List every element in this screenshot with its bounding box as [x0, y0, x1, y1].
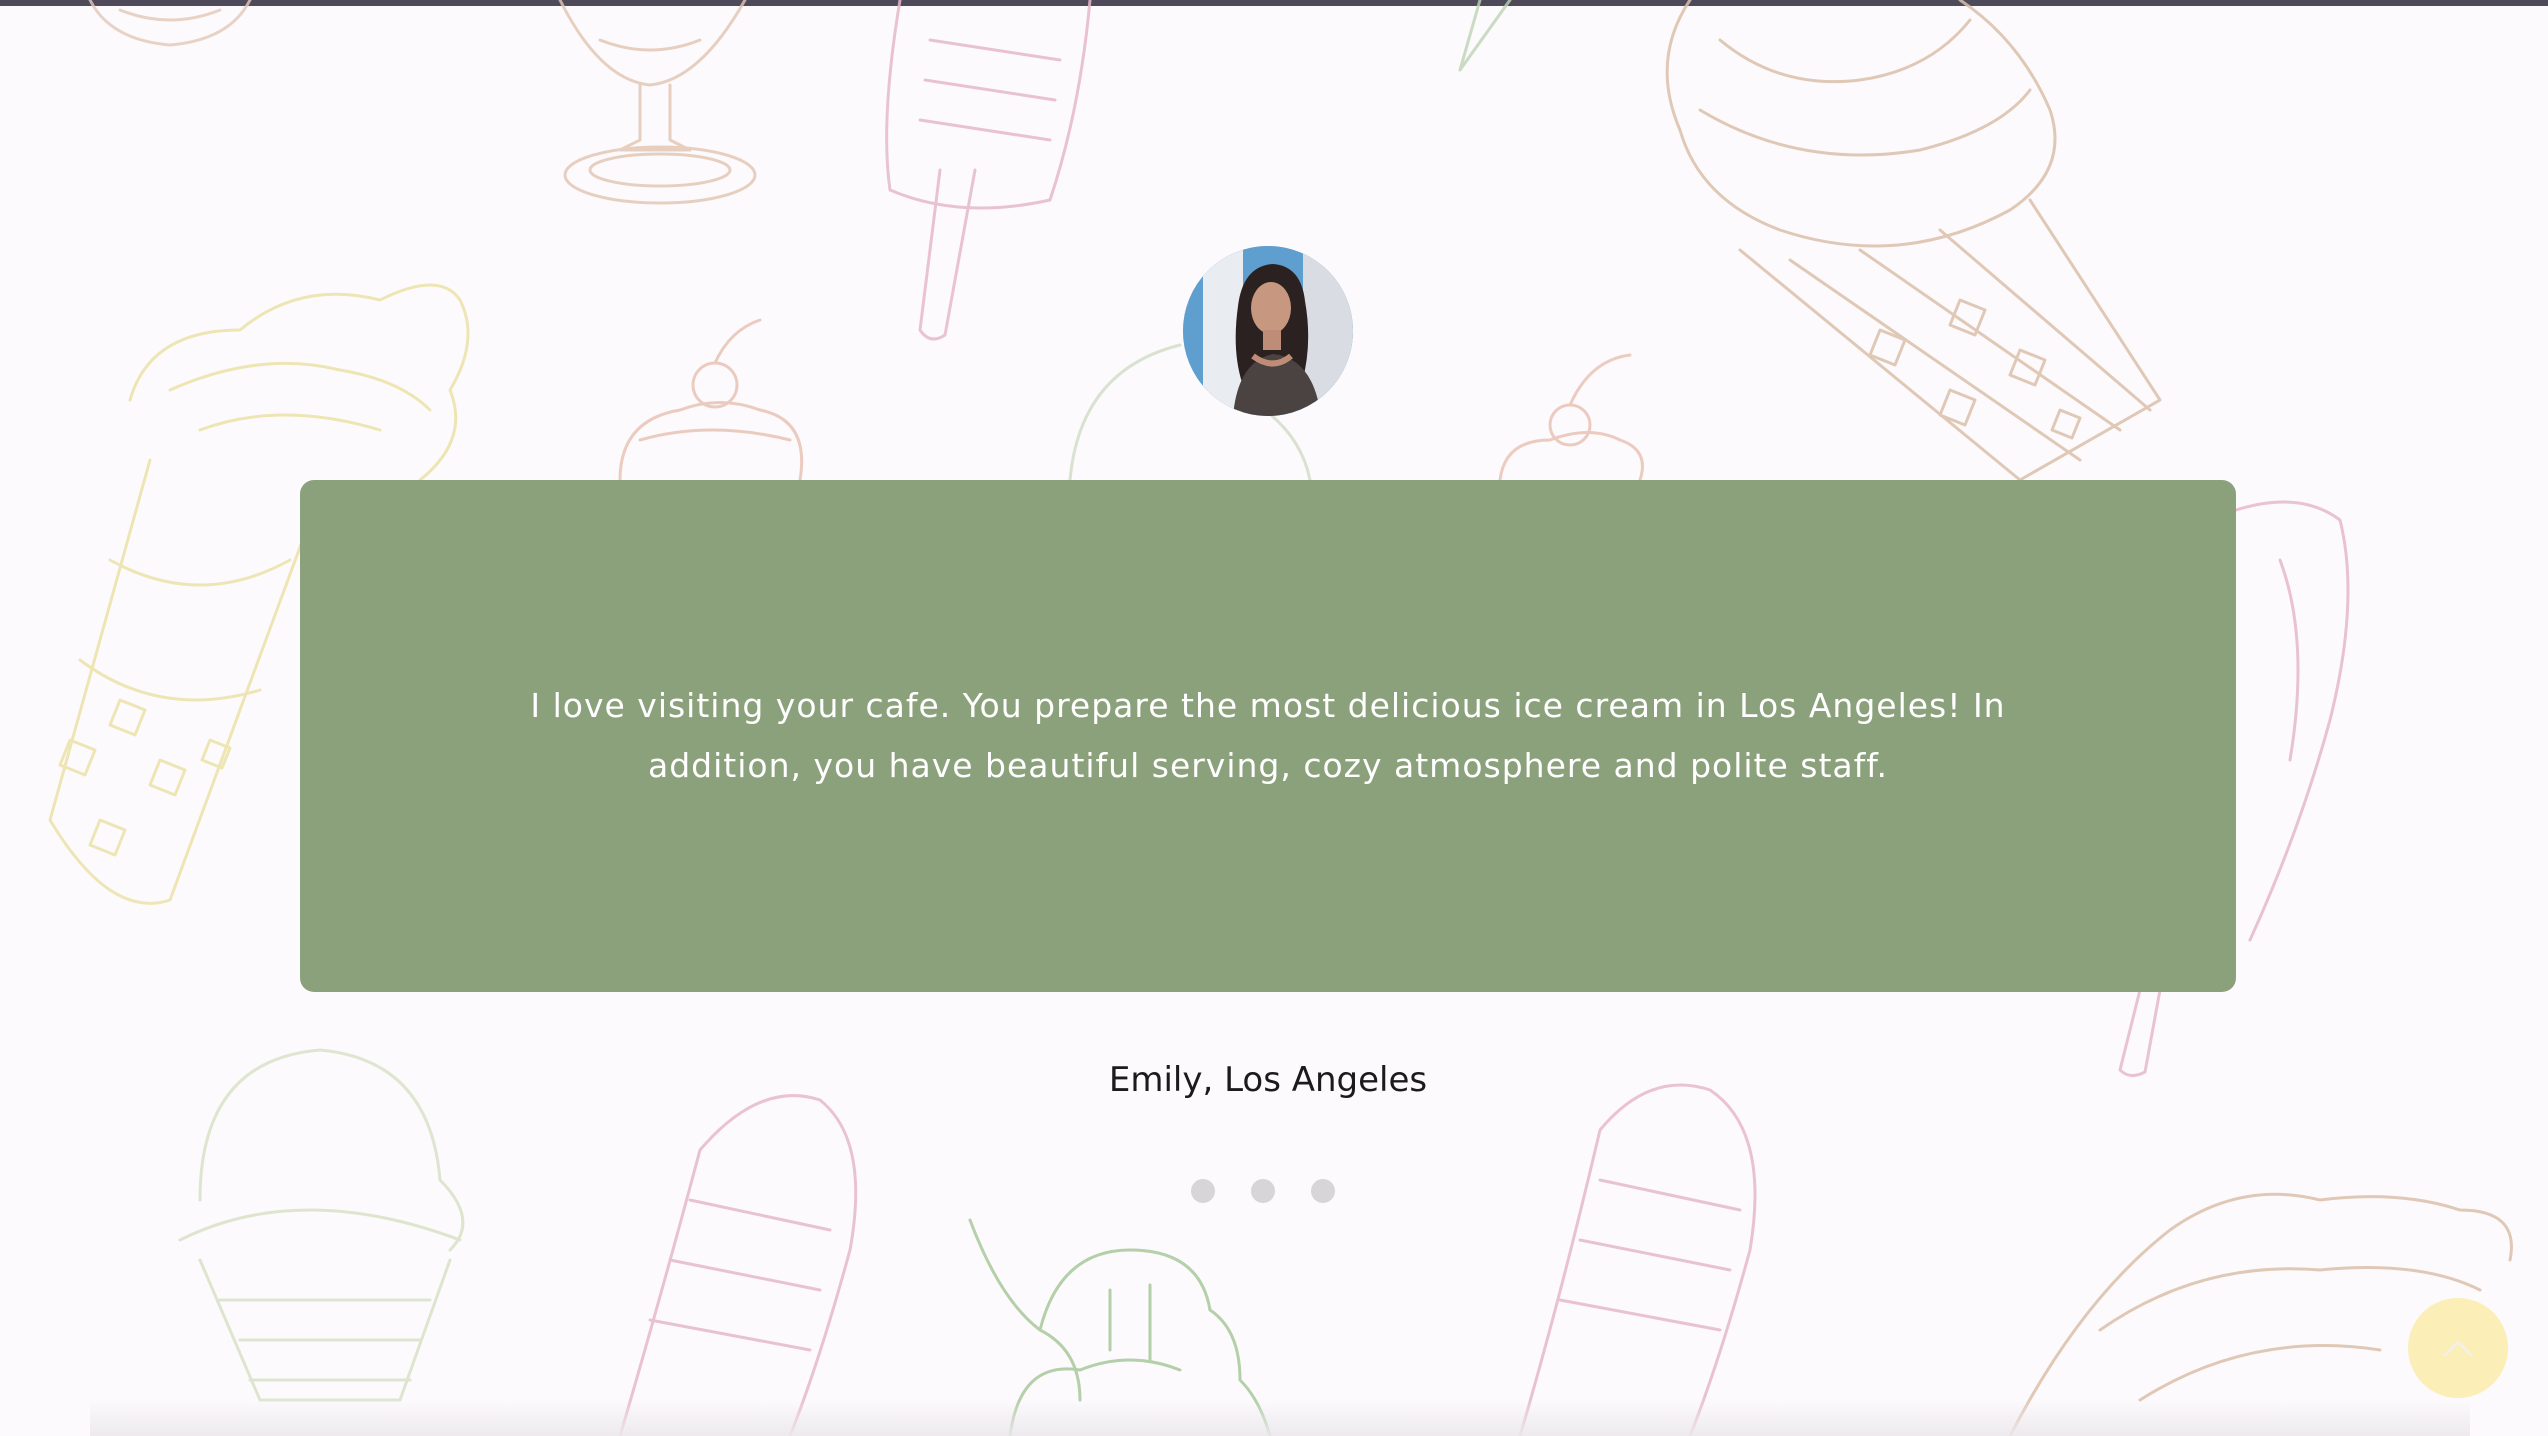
- carousel-dot-1[interactable]: [1191, 1179, 1215, 1203]
- testimonial-author: Emily, Los Angeles: [1108, 1060, 1428, 1100]
- carousel-dot-3[interactable]: [1311, 1179, 1335, 1203]
- customer-avatar: [1183, 246, 1353, 416]
- chevron-up-icon: [2443, 1340, 2473, 1357]
- scroll-to-top-button[interactable]: [2408, 1298, 2508, 1398]
- carousel-pagination: [1191, 1179, 1335, 1203]
- portrait-image: [1183, 246, 1353, 416]
- carousel-dot-2[interactable]: [1251, 1179, 1275, 1203]
- section-bottom-edge: [90, 1400, 2470, 1436]
- testimonial-quote: I love visiting your cafe. You prepare t…: [530, 686, 2006, 785]
- testimonials-section: I love visiting your cafe. You prepare t…: [0, 0, 2548, 1436]
- testimonial-card: I love visiting your cafe. You prepare t…: [300, 480, 2236, 992]
